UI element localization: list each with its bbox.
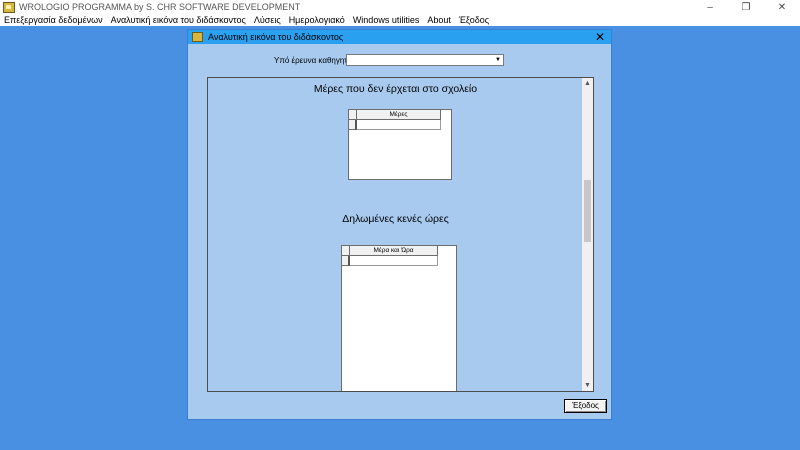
exit-button[interactable]: Έξοδος	[564, 399, 607, 413]
free-hours-grid[interactable]: Μέρα και Ώρα	[341, 245, 457, 391]
scroll-panel: Μέρες που δεν έρχεται στο σχολείο Μέρες …	[207, 77, 594, 392]
chevron-down-icon[interactable]: ▼	[494, 56, 502, 64]
scroll-up-icon[interactable]: ▲	[582, 78, 593, 89]
teacher-overview-dialog: Αναλυτική εικόνα του διδάσκοντος ✕ Υπό έ…	[187, 29, 612, 420]
close-app-button[interactable]: ✕	[764, 0, 800, 14]
row-header[interactable]	[349, 120, 357, 130]
scroll-down-icon[interactable]: ▼	[582, 380, 593, 391]
free-hours-title: Δηλωμένες κενές ώρες	[342, 213, 449, 225]
day-hour-column-header[interactable]: Μέρα και Ώρα	[350, 246, 438, 256]
dialog-title: Αναλυτική εικόνα του διδάσκοντος	[208, 32, 344, 42]
grid-corner	[349, 110, 357, 120]
window-controls: – ❐ ✕	[692, 0, 800, 14]
menu-exit[interactable]: Έξοδος	[455, 15, 493, 25]
row-header[interactable]	[342, 256, 350, 266]
absent-days-grid[interactable]: Μέρες	[348, 109, 452, 180]
dialog-title-bar: Αναλυτική εικόνα του διδάσκοντος ✕	[188, 30, 611, 44]
dialog-icon	[192, 32, 203, 42]
grid-cell[interactable]	[350, 256, 438, 266]
menu-teacher-overview[interactable]: Αναλυτική εικόνα του διδάσκοντος	[107, 15, 250, 25]
dialog-close-button[interactable]: ✕	[593, 30, 607, 44]
menu-windows-utilities[interactable]: Windows utilities	[349, 15, 424, 25]
app-icon	[3, 1, 15, 13]
maximize-button[interactable]: ❐	[728, 0, 764, 14]
minimize-button[interactable]: –	[692, 0, 728, 14]
menu-edit-data[interactable]: Επεξεργασία δεδομένων	[0, 15, 107, 25]
menu-about[interactable]: About	[423, 15, 455, 25]
grid-corner	[342, 246, 350, 256]
menu-solutions[interactable]: Λύσεις	[250, 15, 285, 25]
teacher-field-row: Υπό έρευνα καθηγητής: ▼	[188, 54, 611, 68]
menu-bar: Επεξεργασία δεδομένων Αναλυτική εικόνα τ…	[0, 14, 800, 26]
days-column-header[interactable]: Μέρες	[357, 110, 441, 120]
menu-calendar[interactable]: Ημερολογιακό	[285, 15, 349, 25]
vertical-scrollbar[interactable]: ▲ ▼	[582, 78, 593, 391]
teacher-select[interactable]: ▼	[346, 54, 504, 66]
app-title-bar: WROLOGIO PROGRAMMA by S. CHR SOFTWARE DE…	[0, 0, 800, 14]
scroll-thumb[interactable]	[584, 180, 591, 242]
grid-cell[interactable]	[357, 120, 441, 130]
absent-days-title: Μέρες που δεν έρχεται στο σχολείο	[313, 83, 478, 95]
app-title: WROLOGIO PROGRAMMA by S. CHR SOFTWARE DE…	[19, 2, 301, 12]
